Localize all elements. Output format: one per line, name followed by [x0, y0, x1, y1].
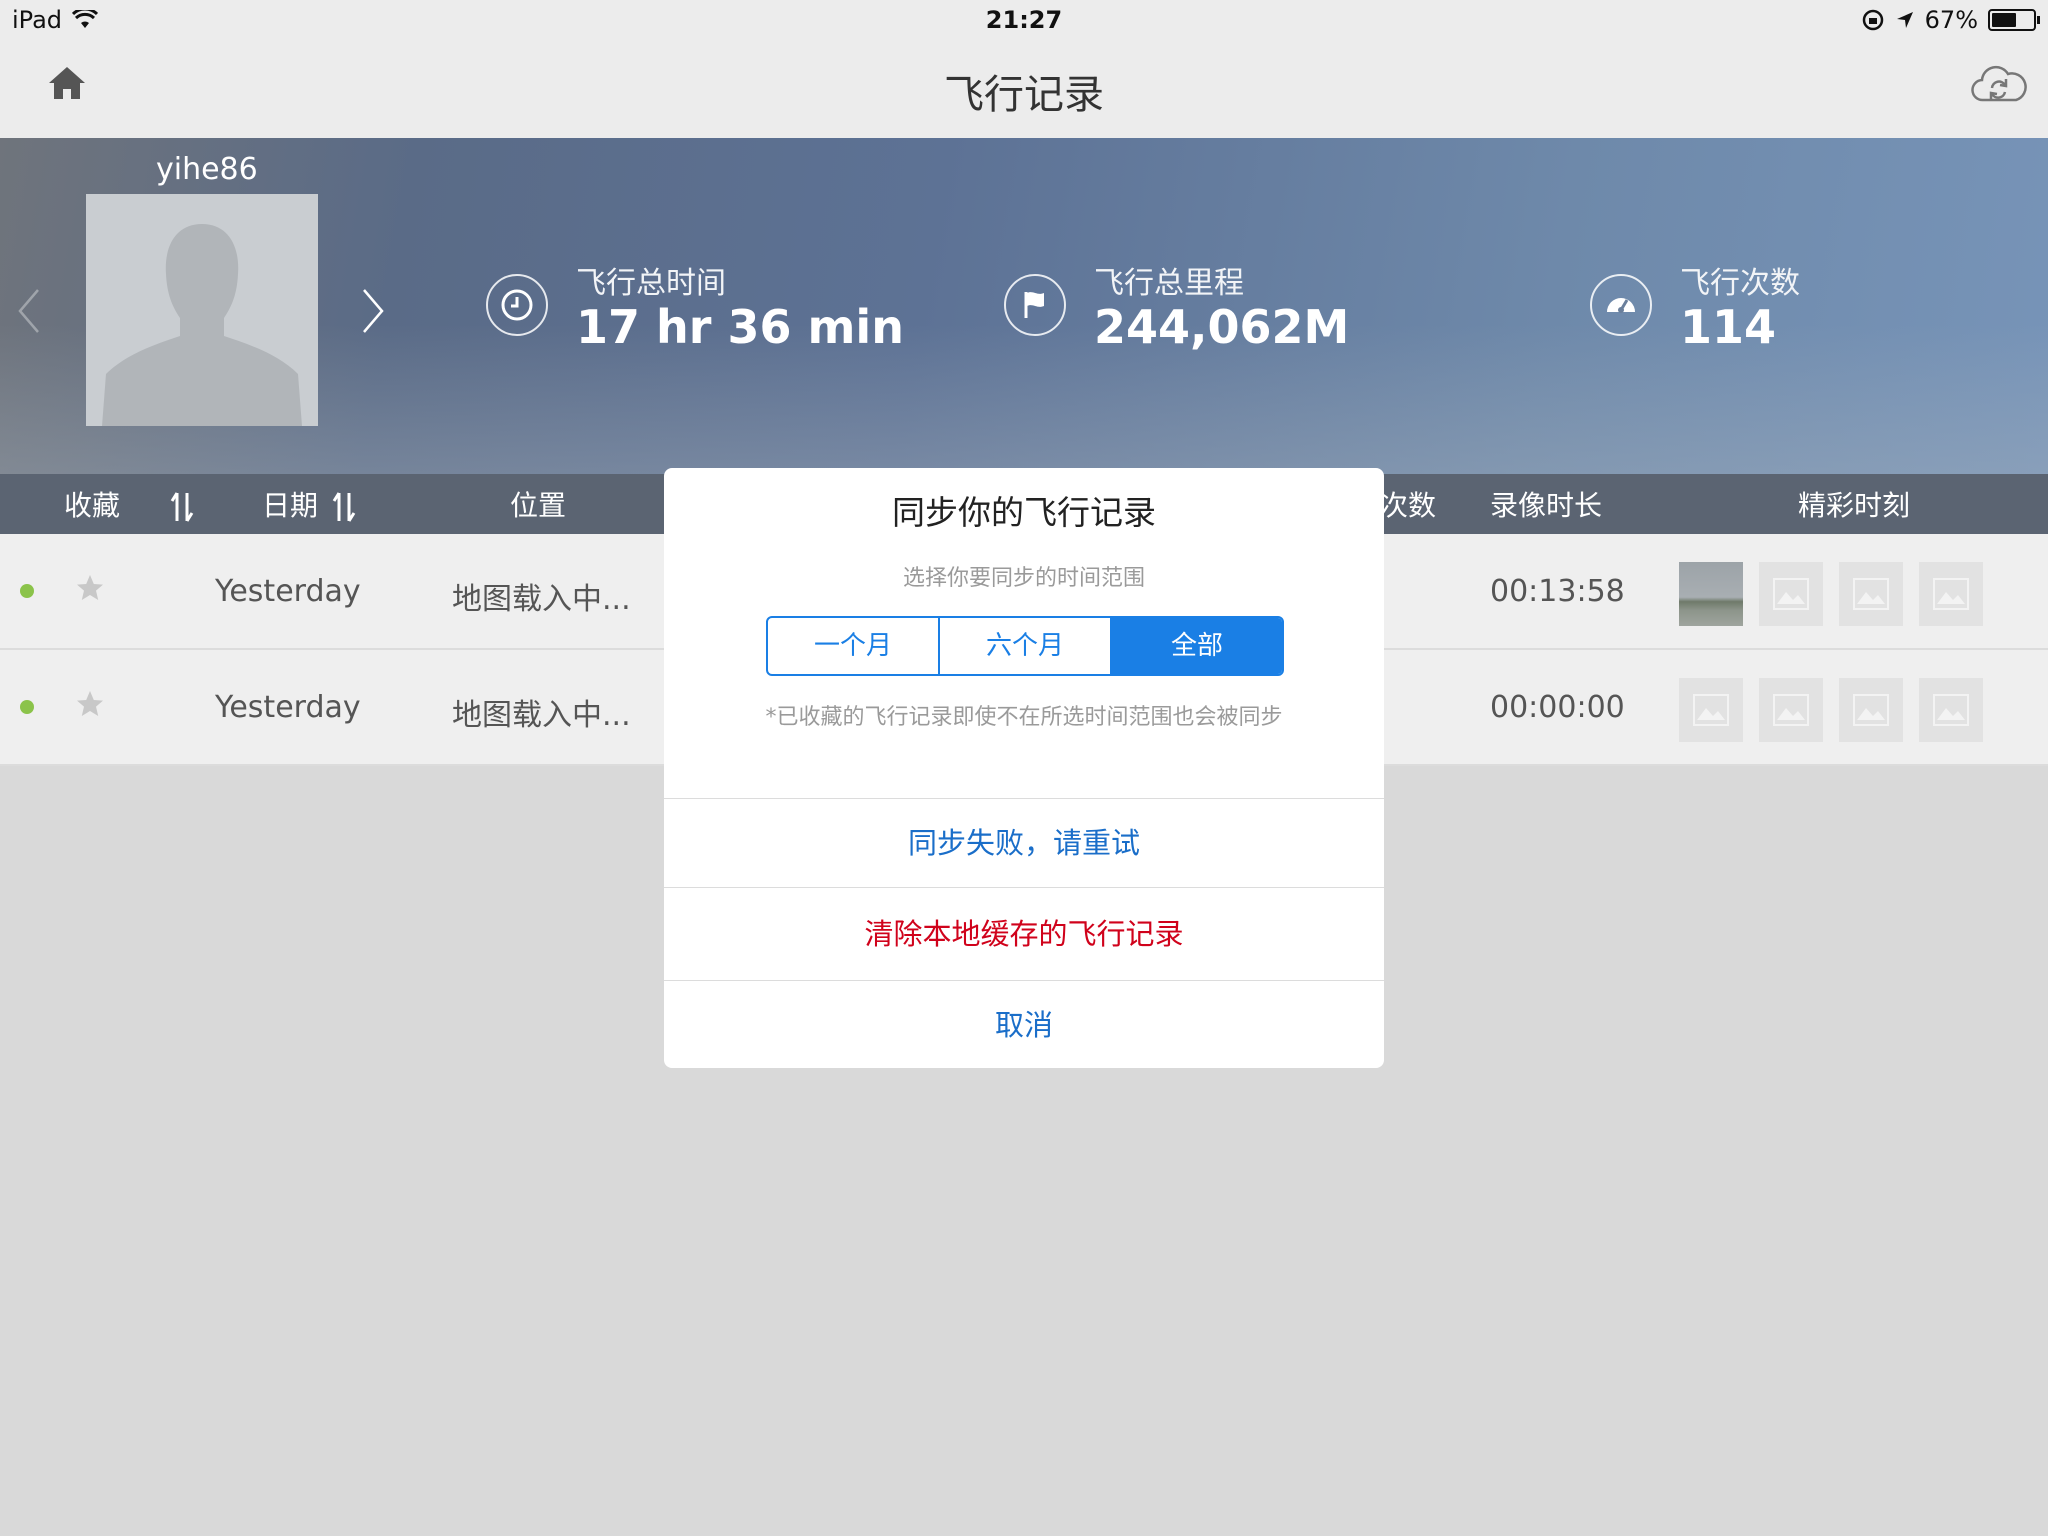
rotation-lock-icon [1862, 9, 1883, 31]
battery-icon [1988, 9, 2040, 31]
retry-sync-button[interactable]: 同步失败，请重试 [664, 798, 1384, 887]
sort-icon[interactable] [169, 489, 195, 525]
image-placeholder-icon[interactable] [1759, 678, 1823, 742]
status-bar: iPad 21:27 67% [0, 0, 2048, 40]
username: yihe86 [156, 152, 258, 187]
image-placeholder-icon[interactable] [1839, 562, 1903, 626]
synced-status-dot [20, 700, 34, 714]
row-duration: 00:00:00 [1490, 690, 1625, 725]
column-label: 收藏 [64, 489, 121, 522]
status-time: 21:27 [985, 6, 1063, 34]
dialog-note: *已收藏的飞行记录即使不在所选时间范围也会被同步 [765, 705, 1283, 730]
column-count: 次数 [1380, 489, 1437, 522]
star-icon[interactable] [74, 572, 106, 604]
page-title: 飞行记录 [944, 72, 1104, 118]
battery-fill [1992, 13, 2016, 27]
column-video-duration: 录像时长 [1490, 489, 1603, 522]
next-arrow-icon[interactable] [360, 286, 386, 336]
dialog-title: 同步你的飞行记录 [892, 493, 1156, 532]
row-location: 地图载入中... [452, 698, 631, 733]
clock-icon [486, 274, 548, 336]
column-favorite[interactable]: 收藏 [64, 484, 195, 525]
battery-percent: 67% [1924, 6, 1978, 34]
star-icon[interactable] [74, 688, 106, 720]
image-placeholder-icon[interactable] [1679, 678, 1743, 742]
time-range-segmented-control: 一个月 六个月 全部 [766, 616, 1284, 676]
clear-cache-button[interactable]: 清除本地缓存的飞行记录 [664, 887, 1384, 981]
dialog-subtitle: 选择你要同步的时间范围 [902, 566, 1145, 591]
range-option-one-month[interactable]: 一个月 [768, 618, 940, 674]
column-location: 位置 [510, 489, 567, 522]
column-label: 日期 [262, 489, 319, 522]
stat-label: 飞行总里程 [1094, 266, 1244, 301]
stat-value: 17 hr 36 min [576, 300, 904, 354]
stat-label: 飞行次数 [1680, 266, 1800, 301]
image-placeholder-icon[interactable] [1839, 678, 1903, 742]
profile-header: yihe86 飞行总时间 17 hr 36 min 飞行总里程 244,062M [0, 138, 2048, 474]
row-location: 地图载入中... [452, 582, 631, 617]
image-placeholder-icon[interactable] [1919, 678, 1983, 742]
person-silhouette-icon [102, 224, 302, 426]
image-placeholder-icon[interactable] [1919, 562, 1983, 626]
sort-icon[interactable] [331, 489, 357, 525]
synced-status-dot [20, 584, 34, 598]
highlight-thumbnail[interactable] [1679, 562, 1743, 626]
column-date[interactable]: 日期 [262, 484, 357, 525]
speedometer-icon [1590, 274, 1652, 336]
column-highlights: 精彩时刻 [1798, 489, 1911, 522]
image-placeholder-icon[interactable] [1759, 562, 1823, 626]
row-duration: 00:13:58 [1490, 574, 1625, 609]
range-option-all[interactable]: 全部 [1112, 618, 1282, 674]
previous-arrow-icon[interactable] [16, 286, 42, 336]
stat-value: 244,062M [1094, 300, 1350, 354]
nav-bar: 飞行记录 [0, 40, 2048, 139]
cloud-sync-icon[interactable] [1968, 60, 2028, 108]
location-arrow-icon [1896, 12, 1913, 28]
stat-value: 114 [1680, 300, 1777, 354]
avatar[interactable] [86, 194, 318, 426]
stat-label: 飞行总时间 [576, 266, 726, 301]
row-date: Yesterday [215, 690, 361, 725]
cancel-button[interactable]: 取消 [664, 980, 1384, 1068]
row-date: Yesterday [215, 574, 361, 609]
sync-dialog: 同步你的飞行记录 选择你要同步的时间范围 一个月 六个月 全部 *已收藏的飞行记… [664, 468, 1384, 1068]
flag-icon [1004, 274, 1066, 336]
range-option-six-months[interactable]: 六个月 [940, 618, 1112, 674]
